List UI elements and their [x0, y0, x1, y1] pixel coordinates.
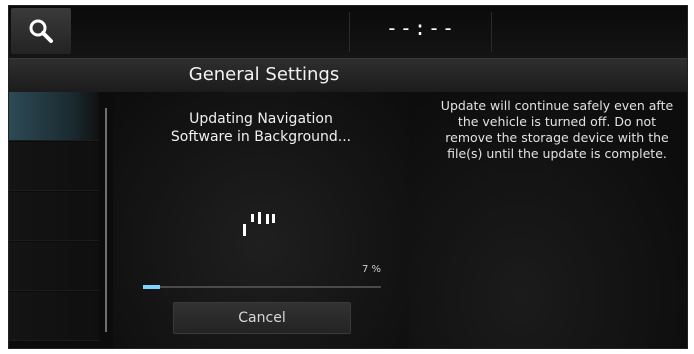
- info-line: file(s) until the update is complete.: [447, 146, 667, 161]
- update-message-line: Software in Background...: [170, 129, 352, 145]
- update-message: Updating Navigation Software in Backgrou…: [113, 110, 409, 146]
- clock-display: --:--: [385, 16, 457, 40]
- menu-item[interactable]: [9, 142, 99, 191]
- update-popup: Updating Navigation Software in Backgrou…: [113, 92, 409, 348]
- info-line: the vehicle is turned off. Do not: [457, 114, 657, 129]
- info-line: Update will continue safely even afte: [440, 98, 674, 113]
- search-icon: [29, 19, 53, 43]
- menu-item-selected[interactable]: [9, 92, 99, 141]
- status-divider: [349, 12, 350, 52]
- info-area: Update will continue safely even afte th…: [409, 92, 687, 348]
- info-line: remove the storage device with the: [445, 130, 669, 145]
- page-title: General Settings: [188, 64, 340, 85]
- title-bar: General Settings: [9, 58, 687, 93]
- menu-scrollbar[interactable]: [105, 108, 107, 332]
- menu-item[interactable]: [9, 192, 99, 241]
- settings-menu: [9, 92, 113, 348]
- search-button[interactable]: [11, 8, 71, 54]
- progress-percent: 7 %: [361, 264, 381, 275]
- loading-spinner-icon: [243, 212, 275, 236]
- menu-item[interactable]: [9, 242, 99, 291]
- progress-bar-fill: [143, 285, 160, 289]
- status-divider: [491, 12, 492, 52]
- menu-item[interactable]: [9, 292, 99, 341]
- update-info-text: Update will continue safely even afte th…: [425, 98, 687, 162]
- progress-bar: [143, 285, 381, 289]
- head-unit-screen: --:-- General Settings Updating Navigati…: [8, 5, 688, 349]
- update-message-line: Updating Navigation: [189, 111, 333, 127]
- cancel-button[interactable]: Cancel: [173, 302, 351, 334]
- status-bar: --:--: [9, 6, 687, 58]
